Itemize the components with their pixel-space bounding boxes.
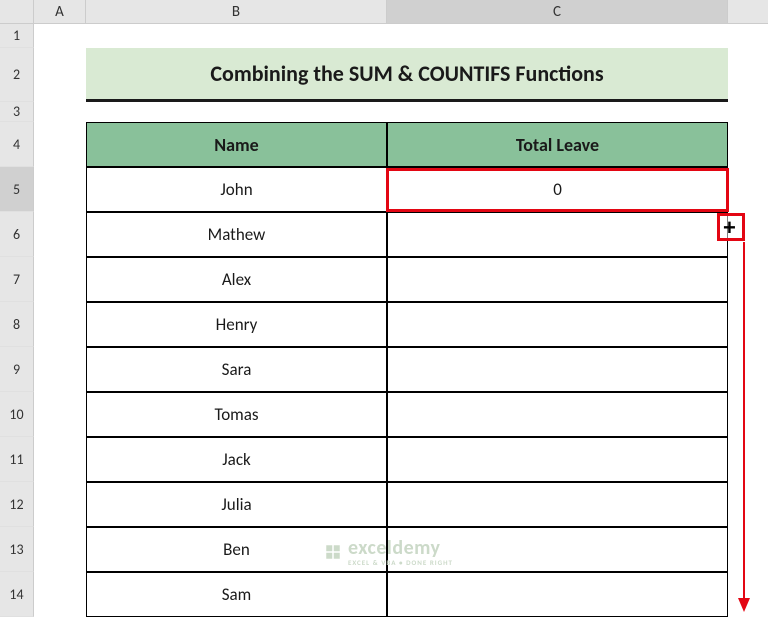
- row-header-5[interactable]: 5: [0, 167, 34, 212]
- column-headers-row: A B C: [0, 0, 768, 24]
- col-header-b[interactable]: B: [86, 0, 387, 23]
- cell-a12[interactable]: [34, 482, 86, 527]
- row-header-1[interactable]: 1: [0, 24, 34, 48]
- row-header-11[interactable]: 11: [0, 437, 34, 482]
- row-header-9[interactable]: 9: [0, 347, 34, 392]
- title-cell[interactable]: Combining the SUM & COUNTIFS Functions: [86, 48, 728, 102]
- watermark-brand: exceldemy: [348, 536, 441, 560]
- watermark-logo-icon: [324, 543, 342, 561]
- cell-name-2[interactable]: Alex: [86, 257, 387, 302]
- drag-arrow-head-icon: [738, 598, 750, 612]
- cell-total-4[interactable]: [387, 347, 728, 392]
- cell-a2[interactable]: [34, 48, 86, 102]
- cell-total-7[interactable]: [387, 482, 728, 527]
- row-header-13[interactable]: 13: [0, 527, 34, 572]
- watermark-tagline: EXCEL & VBA • DONE RIGHT: [348, 558, 453, 567]
- cell-b3[interactable]: [86, 102, 387, 122]
- cell-total-1[interactable]: [387, 212, 728, 257]
- cell-a1[interactable]: [34, 24, 86, 48]
- spreadsheet-grid: A B C 1 2 Combining the SUM & COUNTIFS F…: [0, 0, 768, 619]
- cell-a7[interactable]: [34, 257, 86, 302]
- col-header-a[interactable]: A: [34, 0, 86, 23]
- row-header-4[interactable]: 4: [0, 122, 34, 167]
- cell-a3[interactable]: [34, 102, 86, 122]
- cell-a8[interactable]: [34, 302, 86, 347]
- fill-handle-cursor-icon[interactable]: +: [723, 217, 736, 239]
- drag-arrow-line: [743, 242, 745, 600]
- row-header-3[interactable]: 3: [0, 102, 34, 122]
- cell-total-2[interactable]: [387, 257, 728, 302]
- row-header-7[interactable]: 7: [0, 257, 34, 302]
- cell-name-4[interactable]: Sara: [86, 347, 387, 392]
- select-all-corner[interactable]: [0, 0, 34, 23]
- row-header-12[interactable]: 12: [0, 482, 34, 527]
- cell-c1[interactable]: [387, 24, 728, 48]
- cell-name-3[interactable]: Henry: [86, 302, 387, 347]
- row-header-8[interactable]: 8: [0, 302, 34, 347]
- row-header-6[interactable]: 6: [0, 212, 34, 257]
- cell-name-1[interactable]: Mathew: [86, 212, 387, 257]
- watermark: exceldemy EXCEL & VBA • DONE RIGHT: [324, 536, 453, 567]
- header-name[interactable]: Name: [86, 122, 387, 167]
- cell-a9[interactable]: [34, 347, 86, 392]
- cell-a11[interactable]: [34, 437, 86, 482]
- row-header-10[interactable]: 10: [0, 392, 34, 437]
- cell-total-9[interactable]: [387, 572, 728, 617]
- cell-b1[interactable]: [86, 24, 387, 48]
- cell-name-0[interactable]: John: [86, 167, 387, 212]
- cell-total-5[interactable]: [387, 392, 728, 437]
- cell-name-9[interactable]: Sam: [86, 572, 387, 617]
- row-header-14[interactable]: 14: [0, 572, 34, 617]
- cell-total-0[interactable]: 0: [387, 167, 728, 212]
- cell-total-6[interactable]: [387, 437, 728, 482]
- cell-name-7[interactable]: Julia: [86, 482, 387, 527]
- cell-a14[interactable]: [34, 572, 86, 617]
- cell-name-6[interactable]: Jack: [86, 437, 387, 482]
- cell-a10[interactable]: [34, 392, 86, 437]
- cell-a6[interactable]: [34, 212, 86, 257]
- cell-a13[interactable]: [34, 527, 86, 572]
- cell-c3[interactable]: [387, 102, 728, 122]
- header-total-leave[interactable]: Total Leave: [387, 122, 728, 167]
- cell-a4[interactable]: [34, 122, 86, 167]
- cell-total-3[interactable]: [387, 302, 728, 347]
- row-header-2[interactable]: 2: [0, 48, 34, 102]
- col-header-c[interactable]: C: [387, 0, 728, 23]
- cell-a5[interactable]: [34, 167, 86, 212]
- cell-name-5[interactable]: Tomas: [86, 392, 387, 437]
